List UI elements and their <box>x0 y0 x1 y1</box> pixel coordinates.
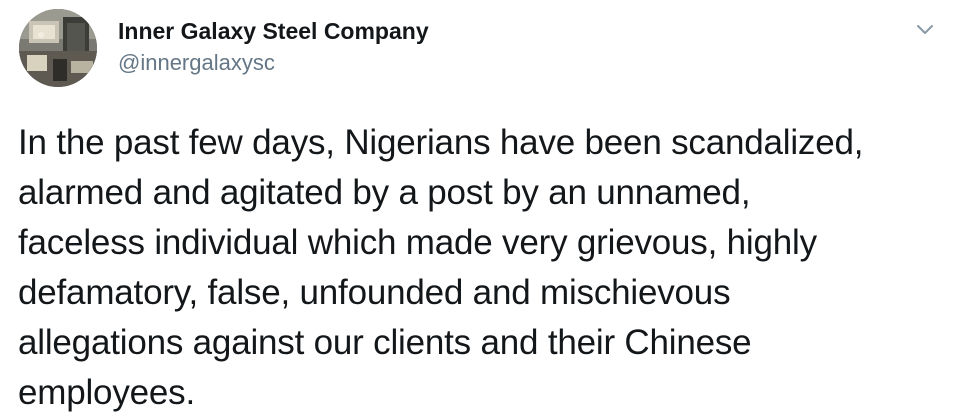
avatar[interactable] <box>19 9 97 87</box>
tweet-text-line: alarmed and agitated by a post by an unn… <box>18 173 751 212</box>
author-display-name[interactable]: Inner Galaxy Steel Company <box>118 16 429 46</box>
tweet-text: In the past few days, Nigerians have bee… <box>18 118 953 418</box>
tweet-text-line: faceless individual which made very grie… <box>18 223 817 262</box>
tweet-text-line: defamatory, false, unfounded and mischie… <box>18 273 731 312</box>
author-block: Inner Galaxy Steel Company @innergalaxys… <box>118 16 429 78</box>
company-photo-avatar <box>19 9 97 87</box>
chevron-down-icon <box>917 25 933 34</box>
tweet-text-line: allegations against our clients and thei… <box>18 323 752 362</box>
author-handle[interactable]: @innergalaxysc <box>118 48 429 78</box>
tweet-text-line: In the past few days, Nigerians have bee… <box>18 123 864 162</box>
tweet-card: Inner Galaxy Steel Company @innergalaxys… <box>0 0 960 419</box>
tweet-menu-button[interactable] <box>912 20 938 40</box>
tweet-text-line: employees. <box>18 373 195 412</box>
